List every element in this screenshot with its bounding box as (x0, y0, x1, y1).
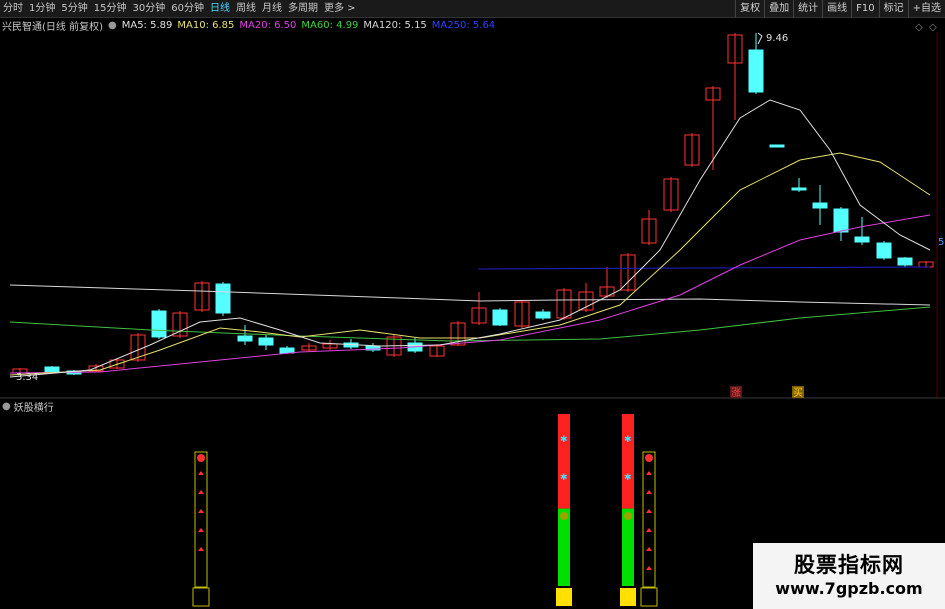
candle-body-39 (854, 236, 870, 243)
indicator-layer: ✱ ✱ ✱ ✱ (192, 414, 658, 607)
ma5-line (9, 99, 931, 378)
up-arrow-icon (646, 471, 652, 475)
butterfly-icon: ✱ (624, 473, 632, 483)
up-arrow-icon (646, 490, 652, 494)
candle-body-24 (535, 311, 551, 319)
candle-body-40 (876, 242, 892, 259)
buy-marker: 买 (793, 387, 803, 399)
butterfly-icon: ✱ (560, 435, 568, 445)
diamond-icon[interactable]: ◇ (915, 22, 923, 33)
ma20-line (9, 214, 931, 374)
indicator-title[interactable]: 妖股横行 (14, 399, 54, 414)
start-dot-3 (645, 454, 653, 462)
up-arrow-icon (198, 547, 204, 551)
up-arrow-icon (198, 528, 204, 532)
ma250-line (477, 266, 931, 270)
pin-icon[interactable]: ◇ (929, 22, 937, 33)
start-dot-0 (197, 454, 205, 462)
high-price-pointer (757, 32, 763, 45)
candle-body-34 (748, 49, 764, 93)
candle-body-41 (897, 257, 913, 266)
watermark: 股票指标网 www.7gpzb.com (753, 543, 945, 609)
indicator-title-bar: ● 妖股横行 (2, 399, 54, 414)
green-bar-2 (622, 508, 634, 586)
up-arrow-icon (646, 547, 652, 551)
candle-body-37 (812, 202, 828, 209)
green-bar-1 (558, 508, 570, 586)
gear-icon[interactable]: ● (2, 401, 11, 412)
base-box-0 (192, 587, 210, 607)
up-arrow-icon (646, 528, 652, 532)
yellow-base-1 (556, 588, 572, 606)
candle-body-1 (44, 366, 60, 373)
candle-body-36 (791, 187, 807, 191)
candles-layer (12, 33, 934, 375)
right-price-tag: 5 (938, 237, 944, 248)
butterfly-icon: ✱ (560, 473, 568, 483)
butterfly-icon: ✱ (624, 435, 632, 445)
high-price-label: 9.46 (766, 33, 788, 44)
up-arrow-icon (198, 490, 204, 494)
candle-body-11 (258, 337, 274, 346)
candle-body-6 (151, 310, 167, 338)
up-arrow-icon (198, 509, 204, 513)
coin-icon (624, 512, 632, 520)
candle-body-10 (237, 335, 253, 342)
coin-icon (560, 512, 568, 520)
ma60-line (9, 306, 931, 342)
base-box-3 (640, 587, 658, 607)
up-arrow-icon (646, 566, 652, 570)
yellow-base-2 (620, 588, 636, 606)
candle-body-38 (833, 208, 849, 233)
up-arrow-icon (646, 509, 652, 513)
ma120-line (9, 284, 931, 306)
zhang-marker: 涨 (731, 387, 741, 399)
red-bar-1 (558, 414, 570, 509)
candle-body-22 (492, 309, 508, 326)
candle-body-35 (769, 144, 785, 148)
red-bar-2 (622, 414, 634, 509)
candle-body-9 (215, 283, 231, 314)
ma-lines-layer (9, 32, 931, 378)
candle-body-12 (279, 347, 295, 354)
ma10-line (9, 152, 931, 376)
watermark-title: 股票指标网 (794, 553, 904, 577)
low-price-label: 3.34 (16, 372, 38, 383)
up-arrow-icon (198, 471, 204, 475)
chart-canvas[interactable]: 9.46 3.34 5 涨 买 ◇ ◇ ✱ ✱ ✱ ✱ (0, 0, 945, 609)
watermark-url: www.7gpzb.com (775, 579, 923, 598)
